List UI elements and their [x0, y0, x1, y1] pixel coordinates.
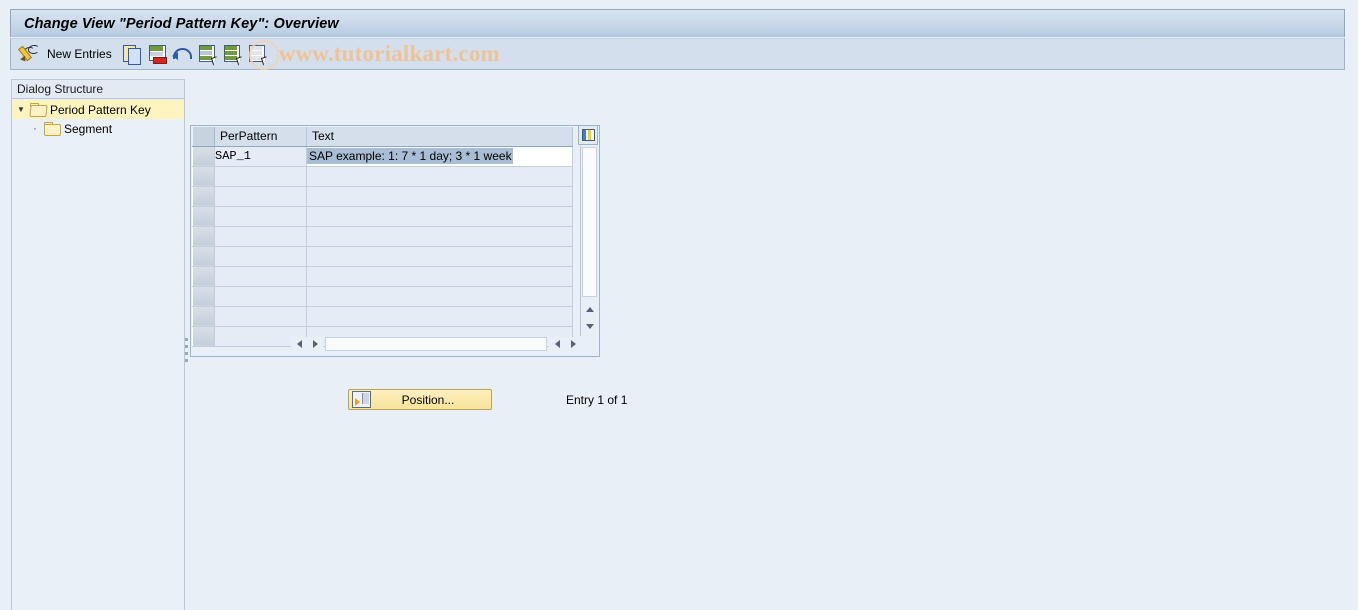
scroll-left-button[interactable] [291, 336, 307, 352]
bullet-icon: · [33, 122, 37, 135]
table-grid-wrapper: PerPattern Text SAP_1 SAP example: 1: 7 … [192, 127, 573, 347]
sidebar-item-label: Period Pattern Key [50, 102, 151, 117]
position-button-label: Position... [401, 392, 455, 407]
sidebar-item-segment[interactable]: · Segment [12, 119, 184, 138]
table-row[interactable] [192, 245, 573, 267]
row-selector[interactable] [192, 305, 215, 327]
row-selector[interactable] [192, 145, 215, 167]
cell-perpattern[interactable] [214, 306, 307, 327]
scroll-right-button[interactable] [307, 336, 323, 352]
cell-text[interactable] [306, 246, 573, 267]
chevron-down-icon[interactable]: ▼ [12, 105, 30, 114]
cell-text[interactable] [306, 306, 573, 327]
window-title-bar: Change View "Period Pattern Key": Overvi… [10, 9, 1345, 37]
cell-text[interactable] [306, 166, 573, 187]
arrow-left-icon [296, 340, 302, 348]
arrow-up-icon [585, 306, 594, 312]
cell-perpattern[interactable] [214, 266, 307, 287]
cell-perpattern[interactable] [214, 166, 307, 187]
row-selector[interactable] [192, 225, 215, 247]
cell-perpattern[interactable] [214, 246, 307, 267]
row-selector[interactable] [192, 265, 215, 287]
table-row[interactable]: SAP_1 SAP example: 1: 7 * 1 day; 3 * 1 w… [192, 145, 573, 167]
table-row[interactable] [192, 285, 573, 307]
row-selector[interactable] [192, 325, 215, 347]
undo-icon[interactable] [171, 43, 193, 65]
sidebar-header: Dialog Structure [12, 79, 184, 99]
cell-text[interactable] [306, 206, 573, 227]
cell-text[interactable] [306, 186, 573, 207]
cell-text[interactable] [306, 286, 573, 307]
pencil-icon[interactable] [18, 43, 40, 65]
table-horizontal-scrollbar[interactable] [291, 336, 581, 352]
dialog-structure-tree: ▼ Period Pattern Key · Segment [12, 99, 184, 138]
row-selector[interactable] [192, 185, 215, 207]
position-icon [352, 391, 371, 408]
select-all-icon[interactable] [196, 43, 219, 66]
arrow-right-icon [570, 340, 576, 348]
table-row[interactable] [192, 225, 573, 247]
new-entries-button[interactable]: New Entries [47, 47, 112, 61]
column-header-text[interactable]: Text [306, 127, 573, 147]
table-body: SAP_1 SAP example: 1: 7 * 1 day; 3 * 1 w… [192, 145, 573, 347]
row-selector[interactable] [192, 245, 215, 267]
table-settings-icon[interactable] [578, 125, 598, 145]
entries-grid: PerPattern Text SAP_1 SAP example: 1: 7 … [192, 127, 573, 347]
arrow-right-icon [312, 340, 318, 348]
cell-text[interactable] [306, 226, 573, 247]
cell-text[interactable]: SAP example: 1: 7 * 1 day; 3 * 1 week [306, 146, 573, 167]
table-header-row: PerPattern Text [192, 127, 573, 147]
scroll-up-button[interactable] [582, 301, 597, 317]
horizontal-scroll-track[interactable] [325, 337, 547, 351]
table-row[interactable] [192, 305, 573, 327]
open-folder-icon [29, 103, 48, 117]
select-all-column-header[interactable] [192, 127, 215, 147]
application-toolbar: New Entries www.tutorialkart.com [10, 38, 1345, 70]
table-row[interactable] [192, 265, 573, 287]
watermark-circle-icon [249, 40, 279, 70]
cell-perpattern[interactable]: SAP_1 [214, 146, 307, 167]
scroll-left-end-button[interactable] [549, 336, 565, 352]
table-row[interactable] [192, 165, 573, 187]
column-header-perpattern[interactable]: PerPattern [214, 127, 307, 147]
entry-count-label: Entry 1 of 1 [566, 393, 628, 407]
deselect-all-icon[interactable] [221, 43, 244, 66]
cell-text-value: SAP example: 1: 7 * 1 day; 3 * 1 week [307, 148, 513, 164]
scroll-right-end-button[interactable] [565, 336, 581, 352]
cell-perpattern[interactable] [214, 286, 307, 307]
row-selector[interactable] [192, 205, 215, 227]
cell-perpattern[interactable] [214, 226, 307, 247]
cell-perpattern[interactable] [214, 186, 307, 207]
vertical-scroll-track[interactable] [582, 147, 597, 297]
table-vertical-scrollbar[interactable] [580, 146, 598, 336]
scroll-down-button[interactable] [582, 318, 597, 334]
period-pattern-table: PerPattern Text SAP_1 SAP example: 1: 7 … [190, 125, 600, 357]
row-selector[interactable] [192, 165, 215, 187]
cell-text[interactable] [306, 266, 573, 287]
row-selector[interactable] [192, 285, 215, 307]
panel-splitter-handle[interactable] [184, 338, 189, 364]
sidebar-item-period-pattern-key[interactable]: ▼ Period Pattern Key [12, 100, 184, 119]
table-row[interactable] [192, 185, 573, 207]
arrow-left-icon [554, 340, 560, 348]
position-button[interactable]: Position... [348, 389, 492, 410]
sidebar-item-label: Segment [64, 121, 113, 136]
site-watermark: www.tutorialkart.com [278, 41, 500, 66]
dialog-structure-panel: Dialog Structure ▼ Period Pattern Key · … [11, 79, 185, 610]
delete-row-icon[interactable] [146, 43, 168, 65]
cell-perpattern[interactable] [214, 206, 307, 227]
arrow-down-icon [585, 323, 594, 329]
table-row[interactable] [192, 205, 573, 227]
folder-icon [44, 122, 61, 136]
table-columns-glyph [581, 129, 595, 141]
copy-icon[interactable] [121, 43, 143, 65]
page-title: Change View "Period Pattern Key": Overvi… [24, 15, 339, 32]
